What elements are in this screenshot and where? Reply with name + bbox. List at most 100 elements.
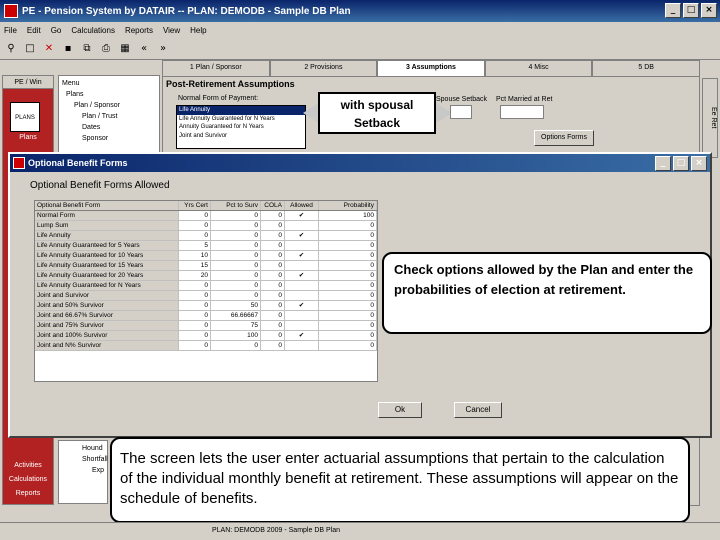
cell-pct-surv[interactable]: 0 xyxy=(211,241,261,250)
cell-pct-surv[interactable]: 0 xyxy=(211,281,261,290)
cell-probability[interactable]: 0 xyxy=(319,261,377,270)
cell-pct-surv[interactable]: 0 xyxy=(211,341,261,350)
cell-allowed[interactable] xyxy=(285,291,319,300)
cell-cola[interactable]: 0 xyxy=(261,241,285,250)
tab-db[interactable]: 5 DB xyxy=(592,60,700,76)
cell-allowed[interactable] xyxy=(285,221,319,230)
nav-forward-button[interactable]: » xyxy=(156,42,170,56)
calc-icon[interactable]: ▦ xyxy=(118,42,132,56)
menu-calculations[interactable]: Calculations xyxy=(71,26,115,35)
cell-pct-surv[interactable]: 0 xyxy=(211,291,261,300)
menu-help[interactable]: Help xyxy=(190,26,206,35)
cell-cola[interactable]: 0 xyxy=(261,291,285,300)
list-item[interactable]: Life Annuity xyxy=(177,106,305,115)
cell-cola[interactable]: 0 xyxy=(261,331,285,340)
cell-probability[interactable]: 0 xyxy=(319,331,377,340)
save-icon[interactable]: ▪ xyxy=(61,42,75,56)
cell-allowed[interactable]: ✔ xyxy=(285,331,319,340)
cell-allowed[interactable]: ✔ xyxy=(285,271,319,280)
dialog-close-button[interactable]: × xyxy=(691,156,707,171)
cell-pct-surv[interactable]: 0 xyxy=(211,231,261,240)
cell-yrs-cert[interactable]: 0 xyxy=(179,321,211,330)
tab-plan-sponsor[interactable]: 1 Plan / Sponsor xyxy=(162,60,270,76)
cell-cola[interactable]: 0 xyxy=(261,251,285,260)
cell-yrs-cert[interactable]: 0 xyxy=(179,311,211,320)
cell-cola[interactable]: 0 xyxy=(261,231,285,240)
dialog-maximize-button[interactable]: □ xyxy=(673,156,689,171)
cell-cola[interactable]: 0 xyxy=(261,311,285,320)
plans-icon[interactable]: PLANS xyxy=(10,102,40,132)
cell-probability[interactable]: 0 xyxy=(319,231,377,240)
tab-provisions[interactable]: 2 Provisions xyxy=(269,60,378,76)
cell-allowed[interactable] xyxy=(285,261,319,270)
menu-edit[interactable]: Edit xyxy=(27,26,41,35)
binoculars-icon[interactable]: ⚲ xyxy=(4,42,18,56)
sidebar-calculations[interactable]: Calculations xyxy=(2,476,54,483)
copy-icon[interactable]: ⧉ xyxy=(80,42,94,56)
cell-probability[interactable]: 0 xyxy=(319,321,377,330)
cell-probability[interactable]: 100 xyxy=(319,211,377,220)
cell-yrs-cert[interactable]: 15 xyxy=(179,261,211,270)
options-forms-button[interactable]: Options Forms xyxy=(534,130,594,146)
cell-allowed[interactable] xyxy=(285,341,319,350)
cell-yrs-cert[interactable]: 0 xyxy=(179,281,211,290)
cell-yrs-cert[interactable]: 0 xyxy=(179,301,211,310)
cell-pct-surv[interactable]: 100 xyxy=(211,331,261,340)
sidebar-reports[interactable]: Reports xyxy=(2,490,54,497)
menu-view[interactable]: View xyxy=(163,26,180,35)
cell-probability[interactable]: 0 xyxy=(319,291,377,300)
cell-allowed[interactable]: ✔ xyxy=(285,231,319,240)
tree-item[interactable]: Plans xyxy=(62,89,156,100)
cell-yrs-cert[interactable]: 0 xyxy=(179,221,211,230)
pct-married-input[interactable] xyxy=(500,105,544,119)
cell-probability[interactable]: 0 xyxy=(319,341,377,350)
maximize-button[interactable]: □ xyxy=(683,3,699,18)
cell-cola[interactable]: 0 xyxy=(261,221,285,230)
cell-allowed[interactable]: ✔ xyxy=(285,211,319,220)
cell-yrs-cert[interactable]: 0 xyxy=(179,341,211,350)
cell-probability[interactable]: 0 xyxy=(319,281,377,290)
cell-probability[interactable]: 0 xyxy=(319,271,377,280)
cell-probability[interactable]: 0 xyxy=(319,251,377,260)
dialog-minimize-button[interactable]: _ xyxy=(655,156,671,171)
cell-yrs-cert[interactable]: 20 xyxy=(179,271,211,280)
cell-allowed[interactable] xyxy=(285,241,319,250)
new-icon[interactable]: □ xyxy=(23,42,37,56)
cell-yrs-cert[interactable]: 0 xyxy=(179,331,211,340)
cell-pct-surv[interactable]: 66.66667 xyxy=(211,311,261,320)
ok-button[interactable]: Ok xyxy=(378,402,422,418)
tree-item[interactable]: Sponsor xyxy=(62,133,156,144)
sidebar-tab[interactable]: PE / Win xyxy=(2,75,54,89)
tab-assumptions[interactable]: 3 Assumptions xyxy=(377,60,485,76)
delete-icon[interactable]: ✕ xyxy=(42,42,56,56)
cell-cola[interactable]: 0 xyxy=(261,341,285,350)
tab-misc[interactable]: 4 Misc xyxy=(484,60,593,76)
cell-allowed[interactable]: ✔ xyxy=(285,251,319,260)
tree-item[interactable]: Exp xyxy=(62,465,104,476)
tree-item[interactable]: Plan / Trust xyxy=(62,111,156,122)
cell-pct-surv[interactable]: 0 xyxy=(211,251,261,260)
cell-yrs-cert[interactable]: 0 xyxy=(179,291,211,300)
cell-pct-surv[interactable]: 0 xyxy=(211,211,261,220)
cell-probability[interactable]: 0 xyxy=(319,241,377,250)
cell-cola[interactable]: 0 xyxy=(261,281,285,290)
list-item[interactable]: Joint and Survivor xyxy=(177,132,305,141)
minimize-button[interactable]: _ xyxy=(665,3,681,18)
close-button[interactable]: × xyxy=(701,3,717,18)
cell-cola[interactable]: 0 xyxy=(261,211,285,220)
cell-cola[interactable]: 0 xyxy=(261,261,285,270)
tree-item[interactable]: Dates xyxy=(62,122,156,133)
print-icon[interactable]: ⎙ xyxy=(99,42,113,56)
cell-allowed[interactable] xyxy=(285,321,319,330)
cell-pct-surv[interactable]: 0 xyxy=(211,261,261,270)
cell-cola[interactable]: 0 xyxy=(261,321,285,330)
list-item[interactable]: Annuity Guaranteed for N Years xyxy=(177,123,305,132)
menu-file[interactable]: File xyxy=(4,26,17,35)
spouse-setback-input[interactable] xyxy=(450,105,472,119)
cell-allowed[interactable] xyxy=(285,281,319,290)
cell-yrs-cert[interactable]: 10 xyxy=(179,251,211,260)
sidebar-activities[interactable]: Activities xyxy=(2,462,54,469)
cell-yrs-cert[interactable]: 5 xyxy=(179,241,211,250)
cell-allowed[interactable] xyxy=(285,311,319,320)
cell-probability[interactable]: 0 xyxy=(319,301,377,310)
